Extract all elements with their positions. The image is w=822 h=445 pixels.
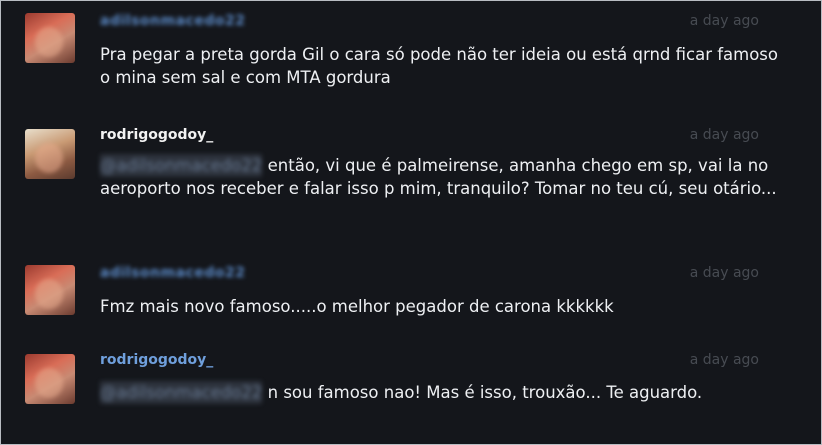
avatar[interactable]: [25, 265, 75, 315]
comment-text: @adilsonmacedo22 então, vi que é palmeir…: [100, 154, 780, 200]
timestamp: a day ago: [689, 13, 759, 29]
mention-link[interactable]: @adilsonmacedo22: [100, 381, 263, 404]
timestamp: a day ago: [689, 127, 759, 143]
username-link[interactable]: adilsonmacedo22: [100, 265, 245, 281]
comments-panel: adilsonmacedo22 a day ago Pra pegar a pr…: [0, 0, 822, 445]
avatar[interactable]: [25, 129, 75, 179]
timestamp: a day ago: [689, 265, 759, 281]
mention-link[interactable]: @adilsonmacedo22: [100, 154, 263, 177]
username-link[interactable]: rodrigogodoy_: [100, 127, 213, 143]
comment-text: Pra pegar a preta gorda Gil o cara só po…: [100, 45, 778, 87]
username-link[interactable]: adilsonmacedo22: [100, 13, 245, 29]
timestamp: a day ago: [689, 352, 759, 368]
avatar[interactable]: [25, 354, 75, 404]
avatar[interactable]: [25, 13, 75, 63]
username-link[interactable]: rodrigogodoy_: [100, 352, 213, 368]
comment-text: Fmz mais novo famoso.....o melhor pegado…: [100, 297, 614, 316]
comment-body: n sou famoso nao! Mas é isso, trouxão...…: [267, 383, 703, 402]
comment-text: @adilsonmacedo22 n sou famoso nao! Mas é…: [100, 381, 720, 404]
